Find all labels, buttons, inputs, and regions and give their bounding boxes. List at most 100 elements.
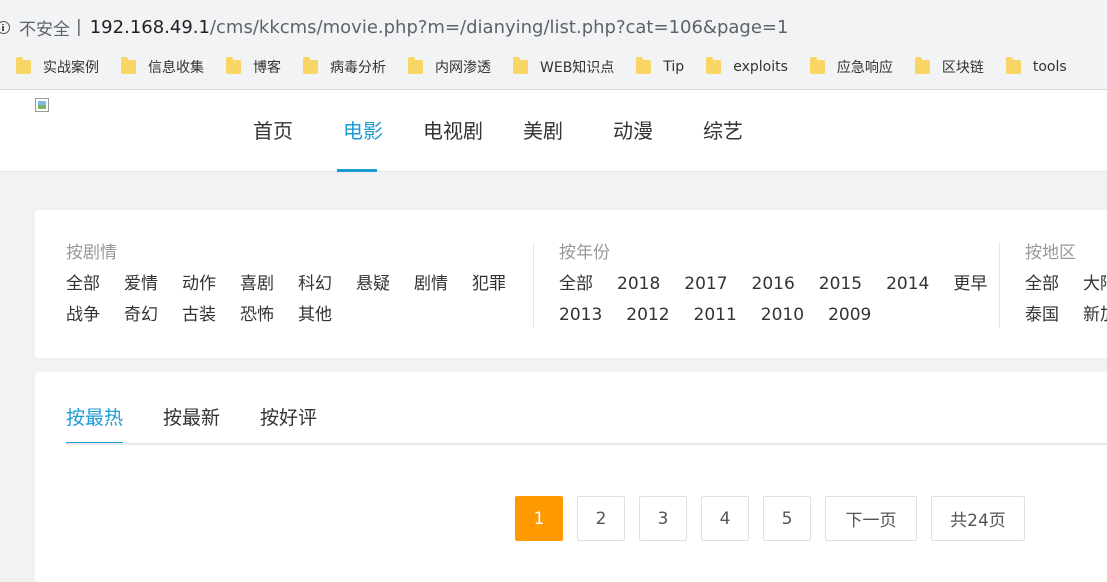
page-button[interactable]: 2 [577, 496, 625, 541]
filter-option[interactable]: 2013 [559, 304, 602, 326]
folder-icon [809, 56, 825, 74]
url-path[interactable]: /cms/kkcms/movie.php?m=/dianying/list.ph… [210, 17, 789, 38]
filter-option[interactable]: 2014 [886, 273, 929, 295]
bookmark-folder[interactable]: 博客 [226, 56, 281, 77]
bookmark-folder[interactable]: exploits [706, 56, 788, 75]
address-separator: | [76, 17, 82, 37]
filter-option[interactable]: 2009 [828, 304, 871, 326]
nav-item-us-series[interactable]: 美剧 [498, 90, 588, 172]
filter-option[interactable]: 其他 [298, 304, 332, 326]
filter-option[interactable]: 犯罪 [472, 273, 506, 295]
filter-title: 按地区 [1025, 243, 1076, 263]
page-button[interactable]: 3 [639, 496, 687, 541]
filter-option[interactable]: 2018 [617, 273, 660, 295]
bookmark-folder[interactable]: 区块链 [914, 56, 984, 77]
list-panel: 按最热 按最新 按好评 1 2 3 4 5 下一页 共24页 [35, 372, 1107, 582]
filter-option[interactable]: 剧情 [414, 273, 448, 295]
nav-item-anime[interactable]: 动漫 [588, 90, 678, 172]
folder-icon [706, 56, 722, 74]
filter-option[interactable]: 新加坡 [1083, 304, 1107, 326]
filter-title: 按剧情 [66, 243, 117, 263]
filter-row: 2013 2012 2011 2010 2009 [559, 304, 1011, 326]
sort-tabs: 按最热 按最新 按好评 [66, 405, 357, 445]
folder-icon [303, 56, 318, 74]
folder-icon [16, 56, 31, 74]
filter-option[interactable]: 更早 [953, 273, 987, 295]
bookmark-folder[interactable]: 病毒分析 [303, 56, 386, 77]
folder-icon [513, 56, 528, 74]
filter-option[interactable]: 动作 [182, 273, 216, 295]
bookmark-label: 应急响应 [836, 59, 893, 76]
bookmark-label: 病毒分析 [330, 59, 386, 76]
bookmark-folder[interactable]: 信息收集 [121, 56, 204, 77]
filter-option[interactable]: 2017 [684, 273, 727, 295]
bookmark-folder[interactable]: 内网渗透 [408, 56, 491, 77]
filter-option[interactable]: 2016 [752, 273, 795, 295]
broken-image-icon [35, 98, 49, 112]
url-host[interactable]: 192.168.49.1 [90, 17, 210, 38]
main-nav: 首页 电影 电视剧 美剧 动漫 综艺 [228, 90, 768, 172]
info-icon[interactable] [0, 20, 10, 34]
filter-group-plot: 按剧情 全部 爱情 动作 喜剧 科幻 悬疑 剧情 犯罪 战争 奇幻 古装 恐怖 … [66, 242, 530, 326]
filter-option[interactable]: 喜剧 [240, 273, 274, 295]
filter-panel: 按剧情 全部 爱情 动作 喜剧 科幻 悬疑 剧情 犯罪 战争 奇幻 古装 恐怖 … [35, 210, 1107, 358]
folder-icon [1005, 56, 1021, 74]
nav-item-home[interactable]: 首页 [228, 90, 318, 172]
bookmark-label: exploits [733, 58, 788, 75]
next-page-button[interactable]: 下一页 [825, 496, 917, 541]
page-button[interactable]: 4 [701, 496, 749, 541]
filter-option[interactable]: 奇幻 [124, 304, 158, 326]
filter-option[interactable]: 全部 [559, 273, 593, 295]
folder-icon [121, 56, 136, 74]
nav-item-movies[interactable]: 电影 [318, 90, 408, 172]
bookmark-folder[interactable]: 应急响应 [809, 56, 893, 77]
filter-option[interactable]: 大陆 [1083, 273, 1107, 295]
filter-option[interactable]: 战争 [66, 304, 100, 326]
filter-option[interactable]: 全部 [1025, 273, 1059, 295]
filter-option[interactable]: 2012 [626, 304, 669, 326]
filter-divider [533, 242, 534, 328]
bookmark-folder[interactable]: WEB知识点 [513, 56, 615, 77]
filter-option[interactable]: 科幻 [298, 273, 332, 295]
bookmark-folder[interactable]: 实战案例 [16, 56, 99, 77]
tab-newest[interactable]: 按最新 [163, 405, 220, 443]
broken-logo-image[interactable] [35, 98, 55, 118]
filter-row: 全部 2018 2017 2016 2015 2014 更早 [559, 273, 1011, 295]
bookmark-label: tools [1032, 58, 1067, 75]
bookmark-label: Tip [663, 58, 685, 75]
total-pages-label: 共24页 [931, 496, 1025, 541]
bookmark-label: 区块链 [941, 59, 984, 76]
bookmark-label: WEB知识点 [540, 59, 615, 76]
filter-option[interactable]: 古装 [182, 304, 216, 326]
filter-option[interactable]: 爱情 [124, 273, 158, 295]
filter-option[interactable]: 恐怖 [240, 304, 274, 326]
filter-row: 泰国 新加坡 [1025, 304, 1107, 326]
filter-option[interactable]: 全部 [66, 273, 100, 295]
page-button-current[interactable]: 1 [515, 496, 563, 541]
address-bar[interactable]: 不安全 | 192.168.49.1/cms/kkcms/movie.php?m… [0, 0, 1107, 44]
tab-hottest[interactable]: 按最热 [66, 405, 124, 445]
filter-option[interactable]: 2015 [819, 273, 862, 295]
filter-option[interactable]: 泰国 [1025, 304, 1059, 326]
nav-item-tv-series[interactable]: 电视剧 [408, 90, 498, 172]
site-header: 首页 电影 电视剧 美剧 动漫 综艺 [0, 90, 1107, 172]
folder-icon [636, 56, 652, 74]
filter-row: 战争 奇幻 古装 恐怖 其他 [66, 304, 530, 326]
security-label[interactable]: 不安全 [19, 15, 70, 40]
filter-group-year: 按年份 全部 2018 2017 2016 2015 2014 更早 2013 … [559, 242, 1011, 326]
filter-row: 全部 爱情 动作 喜剧 科幻 悬疑 剧情 犯罪 [66, 273, 530, 295]
filter-group-region: 按地区 全部 大陆 泰国 新加坡 [1025, 242, 1107, 326]
filter-row: 全部 大陆 [1025, 273, 1107, 295]
bookmark-label: 实战案例 [43, 59, 99, 76]
filter-option[interactable]: 2011 [694, 304, 737, 326]
bookmark-label: 内网渗透 [435, 59, 491, 76]
tab-best-rated[interactable]: 按好评 [260, 405, 317, 443]
filter-option[interactable]: 2010 [761, 304, 804, 326]
filter-option[interactable]: 悬疑 [356, 273, 390, 295]
nav-item-variety[interactable]: 综艺 [678, 90, 768, 172]
page-button[interactable]: 5 [763, 496, 811, 541]
bookmark-folder[interactable]: tools [1005, 56, 1067, 75]
bookmark-folder[interactable]: Tip [636, 56, 685, 75]
pagination: 1 2 3 4 5 下一页 共24页 [515, 496, 1039, 541]
bookmark-label: 博客 [253, 59, 281, 76]
